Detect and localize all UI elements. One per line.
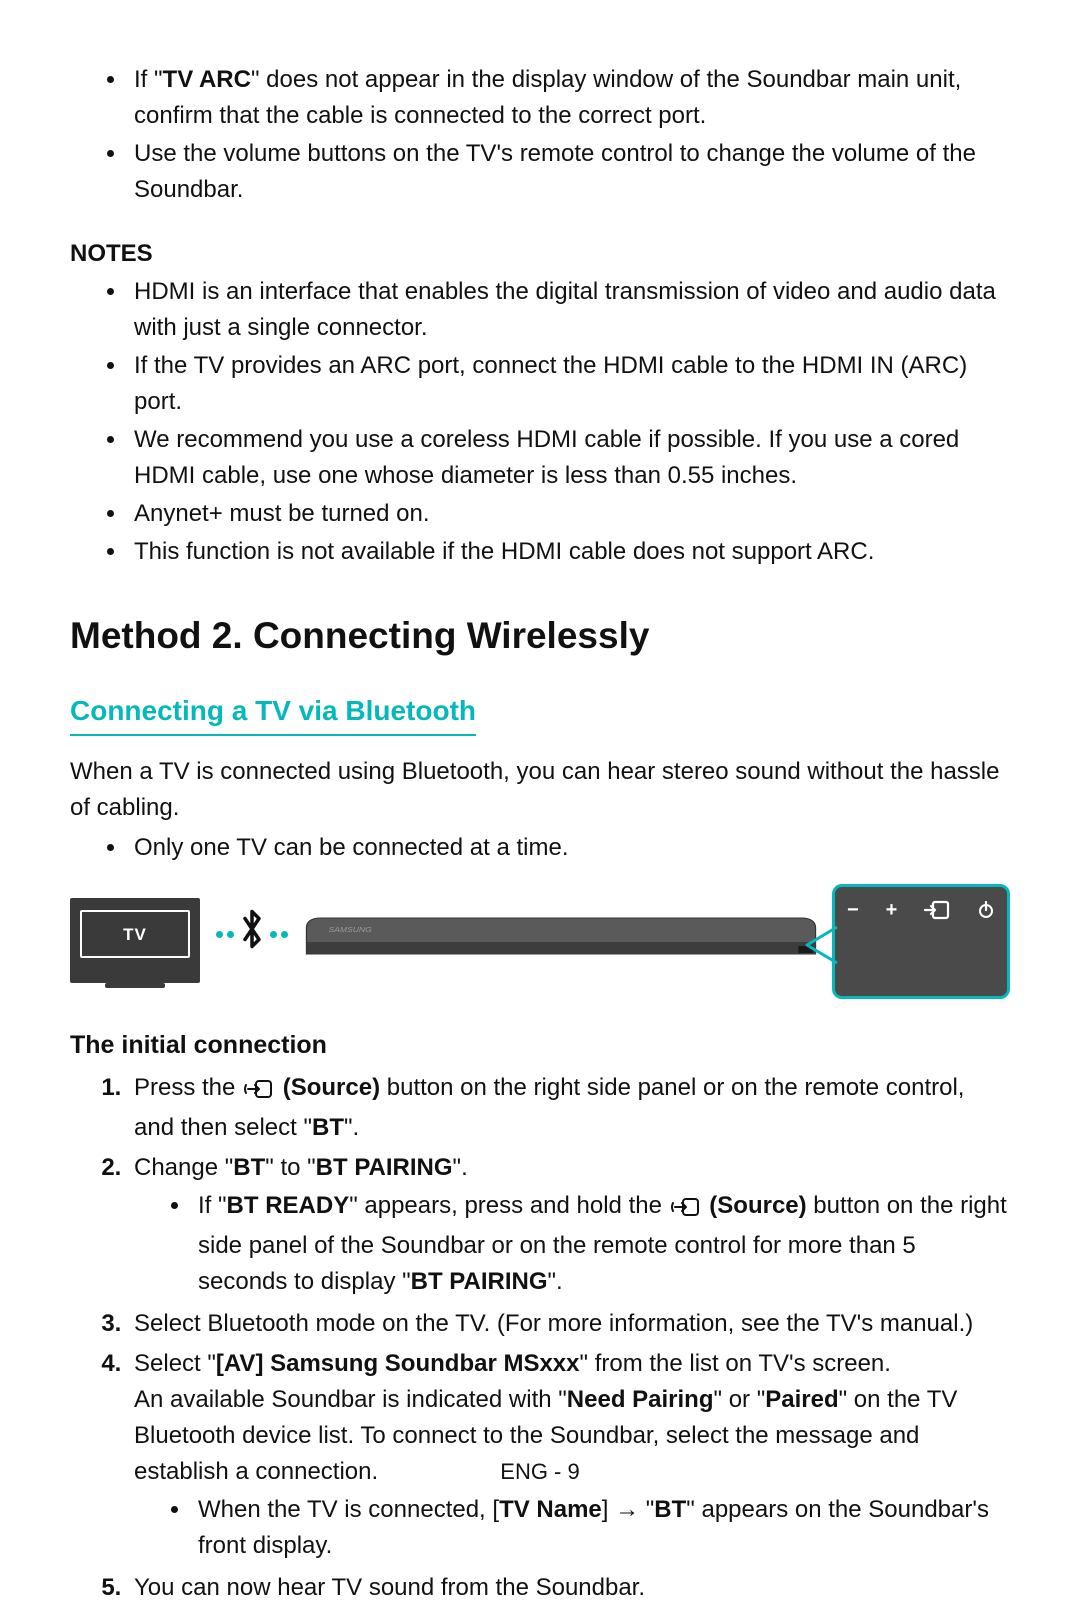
notes-list: HDMI is an interface that enables the di… [70,274,1010,570]
signal-dot [270,931,277,938]
text: " to " [265,1154,315,1181]
signal-dot [281,931,288,938]
bluetooth-signal [214,908,290,979]
bluetooth-subheading: Connecting a TV via Bluetooth [70,690,476,736]
text: " or " [714,1386,766,1413]
source-icon [671,1192,701,1228]
text: ". [548,1268,563,1295]
text: If " [134,66,163,93]
text-bold: TV Name [499,1496,602,1523]
text-bold: BT PAIRING [411,1268,548,1295]
page-number: ENG - 9 [0,1455,1080,1488]
top-bullet-1: If "TV ARC" does not appear in the displ… [128,62,1010,134]
bluetooth-bullet-list: Only one TV can be connected at a time. [70,830,1010,866]
text: " from the list on TV's screen. [580,1350,891,1377]
text-bold: Paired [765,1386,838,1413]
step-2: Change "BT" to "BT PAIRING". If "BT READ… [128,1150,1010,1300]
text: An available Soundbar is indicated with … [134,1386,567,1413]
text-bold: BT [654,1496,686,1523]
initial-connection-heading: The initial connection [70,1027,1010,1065]
text-bold: (Source) [709,1192,806,1219]
text: Press the [134,1074,242,1101]
text: Change " [134,1154,233,1181]
step-5: You can now hear TV sound from the Sound… [128,1570,1010,1606]
source-icon [244,1074,274,1110]
connection-diagram: TV SAMSUNG − + [70,884,1010,1003]
text-bold: BT [233,1154,265,1181]
signal-dot [216,931,223,938]
callout-arrow-icon [803,925,839,965]
tv-stand [70,983,200,989]
notes-heading: NOTES [70,236,1010,272]
text-bold: Need Pairing [567,1386,714,1413]
bluetooth-intro: When a TV is connected using Bluetooth, … [70,754,1010,826]
top-bullet-list: If "TV ARC" does not appear in the displ… [70,62,1010,208]
text: When the TV is connected, [ [198,1496,499,1523]
step-4-sublist: When the TV is connected, [TV Name] → "B… [134,1492,1010,1564]
volume-down-icon: − [847,895,859,925]
text: If " [198,1192,227,1219]
text: " does not appear in the display window … [134,66,961,129]
text-bold: [AV] Samsung Soundbar MSxxx [216,1350,580,1377]
text: ". [344,1114,359,1141]
step-4-sub: When the TV is connected, [TV Name] → "B… [192,1492,1010,1564]
tv-label: TV [70,922,200,948]
text-bold: BT READY [227,1192,350,1219]
note-item: Anynet+ must be turned on. [128,496,1010,532]
method-heading: Method 2. Connecting Wirelessly [70,608,1010,664]
text: ] → " [602,1496,655,1523]
bluetooth-bullet: Only one TV can be connected at a time. [128,830,1010,866]
power-icon [977,901,995,919]
step-2-sublist: If "BT READY" appears, press and hold th… [134,1188,1010,1300]
control-panel-buttons: − + [847,895,995,925]
note-item: This function is not available if the HD… [128,534,1010,570]
step-2-sub: If "BT READY" appears, press and hold th… [192,1188,1010,1300]
text-bold: TV ARC [163,66,251,93]
step-1: Press the (Source) button on the right s… [128,1070,1010,1146]
note-item: We recommend you use a coreless HDMI cab… [128,422,1010,494]
source-icon [924,900,950,920]
svg-text:SAMSUNG: SAMSUNG [328,926,371,934]
text: ". [453,1154,468,1181]
control-panel-callout: − + [832,884,1010,999]
tv-illustration: TV [70,898,200,989]
steps-list: Press the (Source) button on the right s… [70,1070,1010,1606]
text-bold: BT PAIRING [316,1154,453,1181]
soundbar-illustration: SAMSUNG [304,916,818,956]
volume-up-icon: + [886,895,898,925]
text: " appears, press and hold the [349,1192,668,1219]
bluetooth-icon [238,908,266,961]
tv-body: TV [70,898,200,983]
text-bold: (Source) [283,1074,380,1101]
top-bullet-2: Use the volume buttons on the TV's remot… [128,136,1010,208]
step-3: Select Bluetooth mode on the TV. (For mo… [128,1306,1010,1342]
signal-dot [227,931,234,938]
note-item: If the TV provides an ARC port, connect … [128,348,1010,420]
text: Select " [134,1350,216,1377]
text-bold: BT [312,1114,344,1141]
note-item: HDMI is an interface that enables the di… [128,274,1010,346]
